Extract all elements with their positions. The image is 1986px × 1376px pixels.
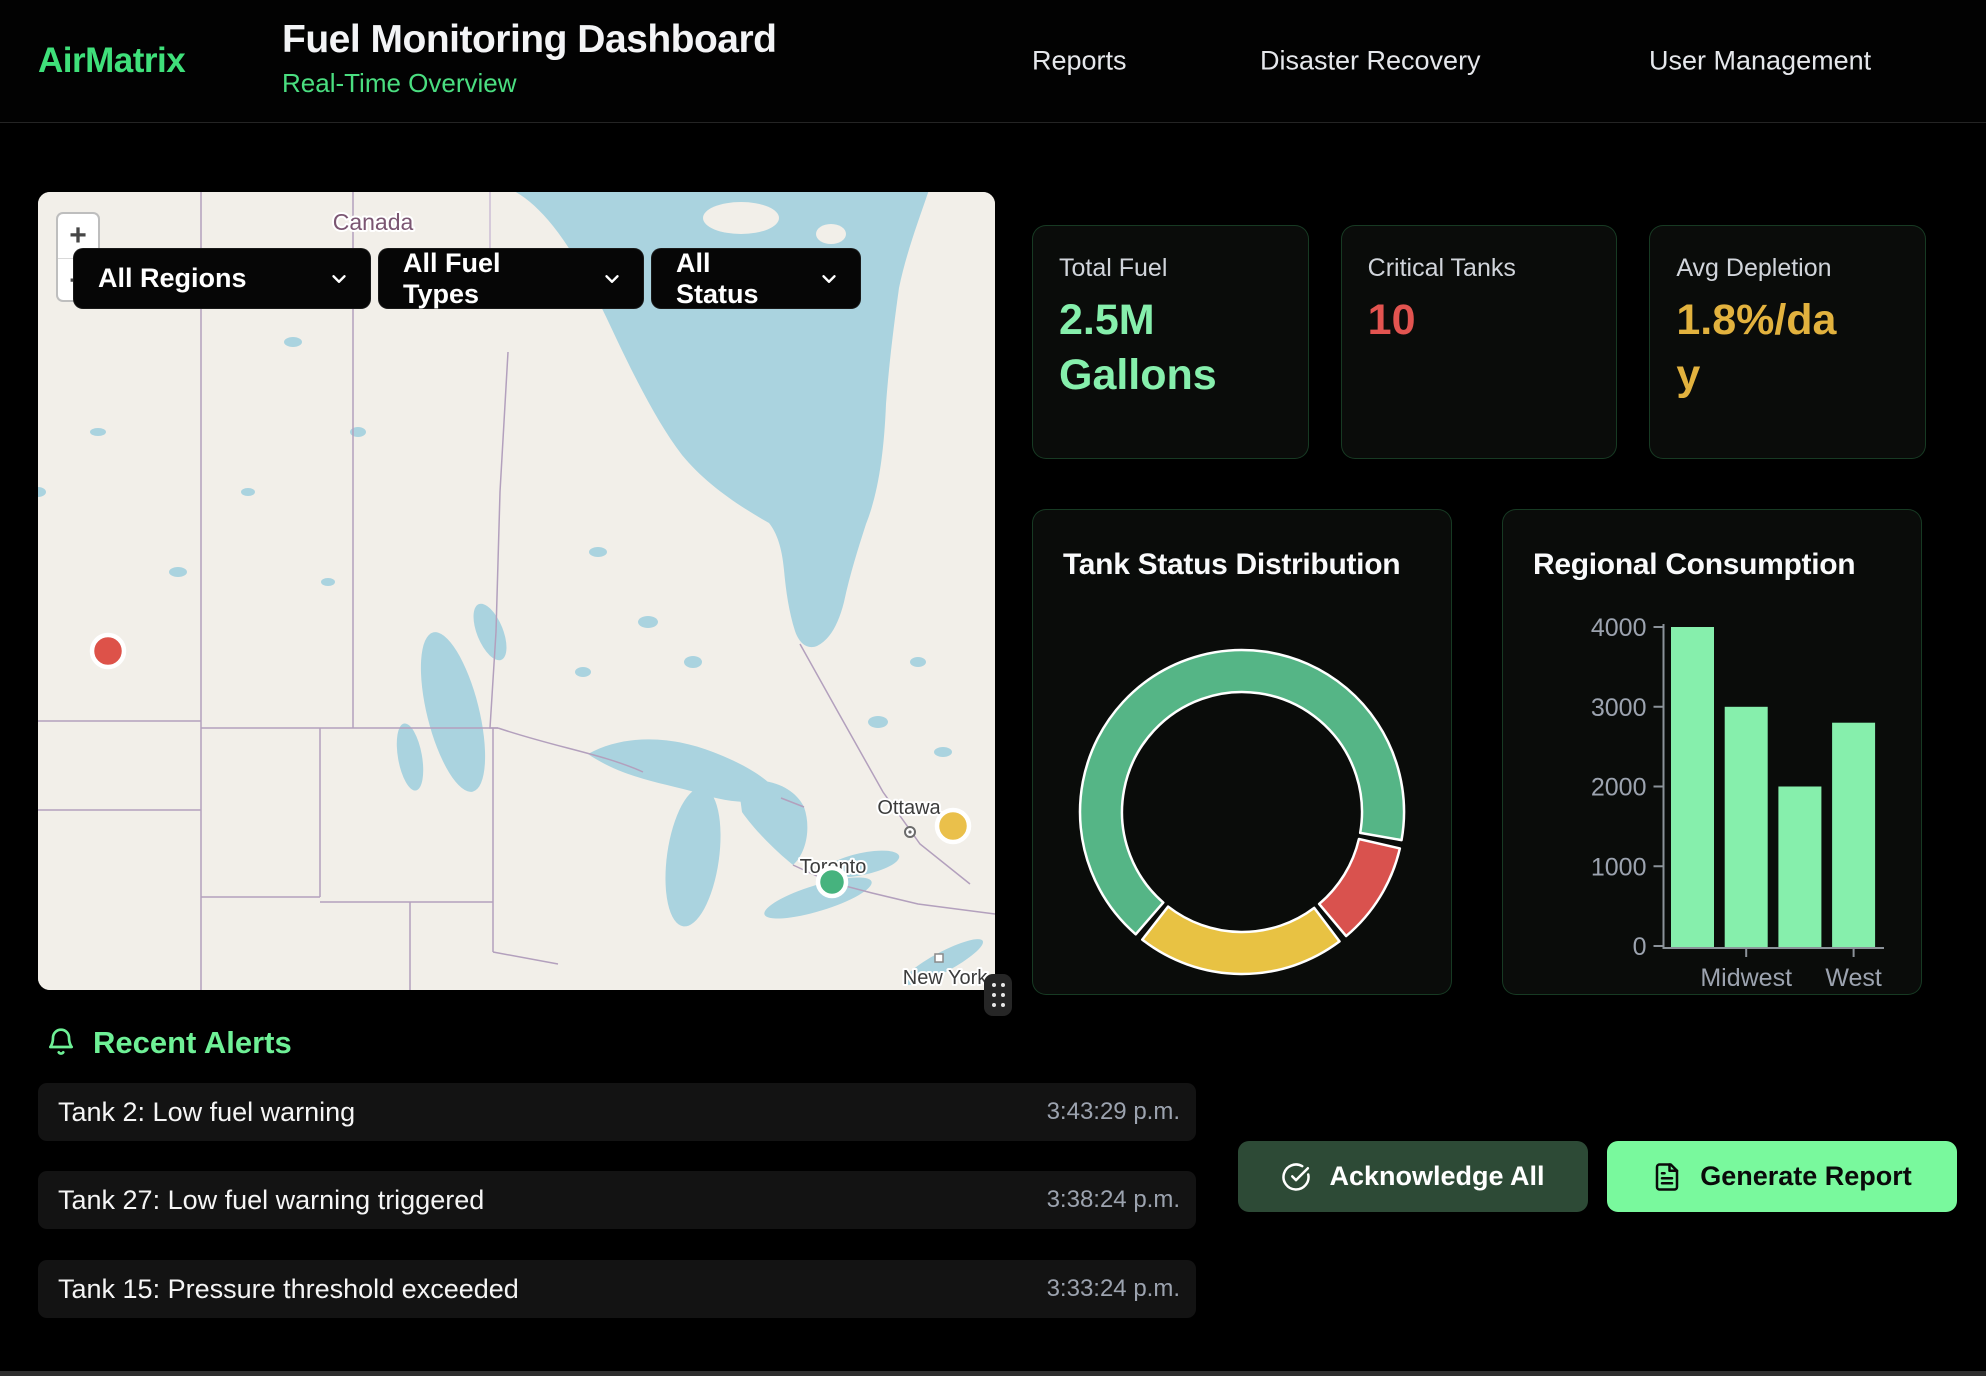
generate-report-label: Generate Report <box>1700 1161 1912 1192</box>
recent-alerts-section: Recent Alerts Tank 2: Low fuel warning 3… <box>0 995 1986 1376</box>
fuel-types-dropdown-value: All Fuel Types <box>403 248 583 310</box>
svg-text:West: West <box>1825 964 1882 992</box>
stat-label: Avg Depletion <box>1676 254 1899 283</box>
page-title: Fuel Monitoring Dashboard <box>282 17 776 64</box>
stat-card-total-fuel: Total Fuel 2.5M Gallons <box>1032 225 1309 459</box>
map-canvas[interactable]: Canada Ottawa Toronto New York <box>38 192 995 990</box>
alert-timestamp: 3:43:29 p.m. <box>1047 1098 1180 1126</box>
regions-dropdown-value: All Regions <box>98 263 247 294</box>
bar-2 <box>1778 787 1821 948</box>
fuel-types-dropdown[interactable]: All Fuel Types <box>378 248 644 309</box>
alert-message: Tank 27: Low fuel warning triggered <box>58 1185 484 1216</box>
acknowledge-all-button[interactable]: Acknowledge All <box>1238 1141 1588 1212</box>
bar-3 <box>1832 723 1875 947</box>
stat-card-critical-tanks: Critical Tanks 10 <box>1341 225 1618 459</box>
regional-consumption-card: Regional Consumption 01000200030004000Mi… <box>1502 509 1922 995</box>
stat-value: 10 <box>1368 293 1543 348</box>
tank-marker-critical[interactable] <box>92 635 124 667</box>
chevron-down-icon <box>328 268 350 290</box>
stat-label: Total Fuel <box>1059 254 1282 283</box>
svg-text:0: 0 <box>1633 933 1647 961</box>
svg-text:2000: 2000 <box>1591 774 1647 802</box>
alert-row: Tank 15: Pressure threshold exceeded 3:3… <box>38 1260 1196 1318</box>
chevron-down-icon <box>601 268 623 290</box>
stats-row: Total Fuel 2.5M Gallons Critical Tanks 1… <box>1032 225 1926 459</box>
app-header: AirMatrix Fuel Monitoring Dashboard Real… <box>0 0 1986 123</box>
bar-1 <box>1725 707 1768 947</box>
tank-marker-normal[interactable] <box>818 868 846 896</box>
status-dropdown[interactable]: All Status <box>651 248 861 309</box>
stat-card-avg-depletion: Avg Depletion 1.8%/day <box>1649 225 1926 459</box>
bell-icon <box>45 1026 77 1060</box>
donut-segment-critical <box>1319 839 1400 936</box>
donut-segment-warning <box>1142 907 1339 974</box>
alert-row: Tank 2: Low fuel warning 3:43:29 p.m. <box>38 1083 1196 1141</box>
nav-item-user-management[interactable]: User Management <box>1649 46 1871 77</box>
svg-text:4000: 4000 <box>1591 614 1647 642</box>
tank-status-donut-chart <box>1033 510 1453 996</box>
document-icon <box>1652 1162 1682 1192</box>
map-filter-bar: All Regions All Fuel Types All Status <box>73 248 861 309</box>
nav-item-reports[interactable]: Reports <box>1032 46 1127 77</box>
fuel-tank-map[interactable]: Canada Ottawa Toronto New York + − All R… <box>38 192 995 990</box>
chevron-down-icon <box>818 268 840 290</box>
title-block: Fuel Monitoring Dashboard Real-Time Over… <box>282 17 776 99</box>
alerts-heading-label: Recent Alerts <box>93 1025 292 1061</box>
map-label-ottawa: Ottawa <box>877 797 941 819</box>
tank-marker-warning[interactable] <box>937 810 969 842</box>
horizontal-scrollbar[interactable] <box>0 1371 1986 1376</box>
alerts-heading: Recent Alerts <box>45 1025 292 1061</box>
stat-value: 1.8%/day <box>1676 293 1851 403</box>
stat-value: 2.5M Gallons <box>1059 293 1234 403</box>
app-logo: AirMatrix <box>38 41 185 81</box>
svg-text:1000: 1000 <box>1591 853 1647 881</box>
fuel-monitoring-dashboard: AirMatrix Fuel Monitoring Dashboard Real… <box>0 0 1986 1376</box>
nav-item-disaster-recovery[interactable]: Disaster Recovery <box>1260 46 1481 77</box>
map-label-canada: Canada <box>333 209 414 235</box>
generate-report-button[interactable]: Generate Report <box>1607 1141 1957 1212</box>
page-subtitle: Real-Time Overview <box>282 68 776 99</box>
regional-consumption-bar-chart: 0 1000 2000 3000 4000 Midwest West <box>1503 510 1923 996</box>
map-label-new-york: New York <box>903 967 988 989</box>
alert-message: Tank 15: Pressure threshold exceeded <box>58 1274 519 1305</box>
acknowledge-all-label: Acknowledge All <box>1329 1161 1544 1192</box>
map-resize-handle[interactable] <box>984 974 1012 1016</box>
svg-text:3000: 3000 <box>1591 694 1647 722</box>
tank-status-distribution-card: Tank Status Distribution <box>1032 509 1452 995</box>
svg-text:Midwest: Midwest <box>1700 964 1792 992</box>
stat-label: Critical Tanks <box>1368 254 1591 283</box>
alert-timestamp: 3:33:24 p.m. <box>1047 1275 1180 1303</box>
bar-0 <box>1671 627 1714 947</box>
alert-timestamp: 3:38:24 p.m. <box>1047 1186 1180 1214</box>
circle-check-icon <box>1281 1162 1311 1192</box>
alert-row: Tank 27: Low fuel warning triggered 3:38… <box>38 1171 1196 1229</box>
alert-message: Tank 2: Low fuel warning <box>58 1097 355 1128</box>
regions-dropdown[interactable]: All Regions <box>73 248 371 309</box>
status-dropdown-value: All Status <box>676 248 800 310</box>
